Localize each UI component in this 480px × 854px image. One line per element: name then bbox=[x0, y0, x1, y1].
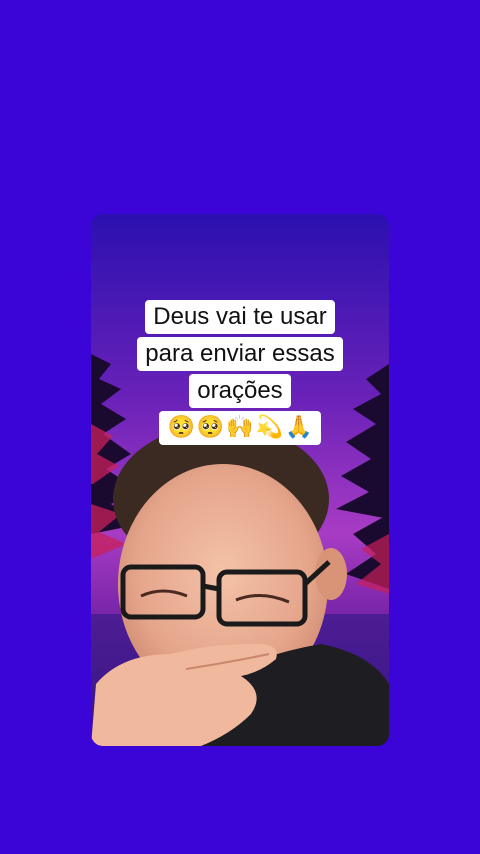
pleading-face-icon: 🥺 bbox=[196, 414, 225, 440]
pleading-face-icon: 🥺 bbox=[167, 414, 195, 440]
folded-hands-icon: 🙏 bbox=[285, 414, 313, 440]
caption-line-3: orações bbox=[189, 373, 291, 408]
raising-hands-icon: 🙌 bbox=[226, 414, 254, 440]
dizzy-star-icon: 💫 bbox=[255, 414, 284, 440]
video-frame bbox=[91, 214, 389, 746]
caption-emoji-row: 🥺 🥺 🙌 💫 🙏 bbox=[159, 410, 321, 445]
video-caption: Deus vai te usar para enviar essas oraçõ… bbox=[0, 298, 480, 446]
caption-line-1: Deus vai te usar bbox=[145, 299, 335, 334]
video-player[interactable] bbox=[91, 214, 389, 746]
caption-line-2: para enviar essas bbox=[137, 336, 343, 371]
